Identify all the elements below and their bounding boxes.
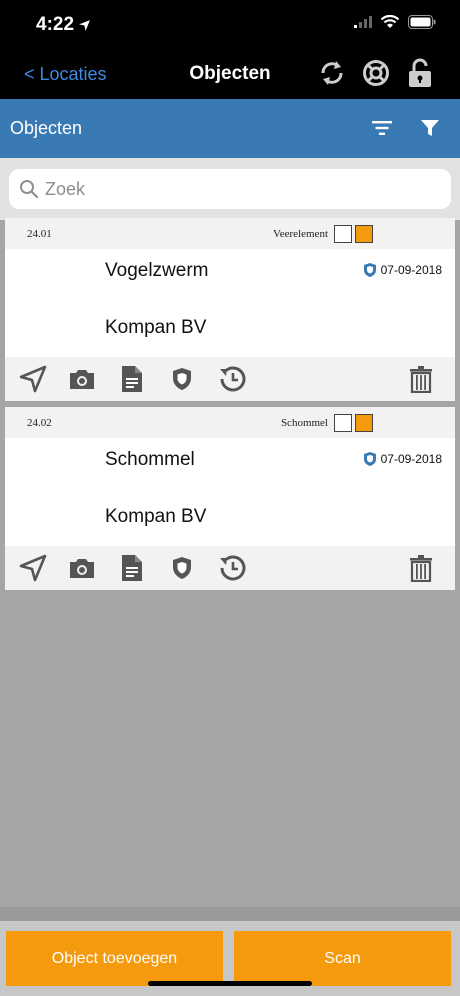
filter-icon[interactable] bbox=[418, 116, 442, 140]
card-header: 24.02 Schommel bbox=[5, 407, 455, 438]
object-type: Schommel bbox=[280, 417, 328, 429]
object-code: 24.02 bbox=[27, 417, 52, 429]
document-icon[interactable] bbox=[117, 553, 147, 583]
history-icon[interactable] bbox=[217, 553, 247, 583]
search-box[interactable] bbox=[9, 169, 451, 209]
navigate-icon[interactable] bbox=[18, 364, 48, 394]
navigation-bar: < Locaties Objecten bbox=[0, 48, 460, 99]
unlock-icon[interactable] bbox=[406, 58, 434, 88]
card-toolbar bbox=[5, 357, 455, 401]
status-checkbox-white bbox=[334, 225, 352, 243]
trash-icon[interactable] bbox=[406, 364, 436, 394]
sort-icon[interactable] bbox=[370, 116, 394, 140]
card-body[interactable]: Vogelzwerm 07-09-2018 Kompan BV bbox=[5, 249, 455, 357]
bottom-divider bbox=[0, 907, 460, 921]
battery-icon bbox=[408, 15, 436, 29]
help-lifebuoy-icon[interactable] bbox=[362, 58, 390, 88]
company-name: Kompan BV bbox=[105, 317, 207, 338]
card-body[interactable]: Schommel 07-09-2018 Kompan BV bbox=[5, 438, 455, 546]
sync-icon[interactable] bbox=[318, 58, 346, 88]
object-type: Veerelement bbox=[273, 228, 328, 240]
search-icon bbox=[20, 180, 39, 199]
navigate-icon[interactable] bbox=[18, 553, 48, 583]
inspection-date: 07-09-2018 bbox=[363, 451, 442, 467]
date-text: 07-09-2018 bbox=[380, 263, 442, 277]
search-input[interactable] bbox=[45, 178, 425, 200]
company-name: Kompan BV bbox=[105, 506, 207, 527]
object-name: Schommel bbox=[105, 449, 195, 470]
object-code: 24.01 bbox=[27, 228, 52, 240]
date-text: 07-09-2018 bbox=[380, 452, 442, 466]
wifi-icon bbox=[380, 15, 400, 28]
location-arrow-icon bbox=[79, 19, 90, 31]
camera-icon[interactable] bbox=[67, 553, 97, 583]
status-bar: 4:22 bbox=[0, 0, 460, 48]
nav-actions bbox=[318, 58, 434, 88]
shield-icon bbox=[363, 263, 376, 277]
status-box-orange bbox=[355, 414, 373, 432]
section-header: Objecten bbox=[0, 99, 460, 158]
status-checkbox-white bbox=[334, 414, 352, 432]
shield-inspection-icon[interactable] bbox=[167, 553, 197, 583]
shield-icon bbox=[363, 452, 376, 466]
object-card[interactable]: 24.01 Veerelement Vogelzwerm 07-09-2018 … bbox=[5, 218, 455, 401]
document-icon[interactable] bbox=[117, 364, 147, 394]
section-title: Objecten bbox=[10, 118, 83, 138]
add-object-button[interactable]: Object toevoegen bbox=[6, 931, 223, 986]
camera-icon[interactable] bbox=[67, 364, 97, 394]
back-button[interactable]: < Locaties bbox=[24, 64, 107, 85]
history-icon[interactable] bbox=[217, 364, 247, 394]
object-name: Vogelzwerm bbox=[105, 260, 209, 281]
signal-icon bbox=[354, 16, 372, 28]
section-actions bbox=[370, 116, 442, 140]
card-header: 24.01 Veerelement bbox=[5, 218, 455, 249]
search-area bbox=[0, 158, 460, 220]
status-box-orange bbox=[355, 225, 373, 243]
shield-inspection-icon[interactable] bbox=[167, 364, 197, 394]
status-icons bbox=[354, 15, 436, 29]
home-indicator bbox=[148, 981, 312, 986]
clock-text: 4:22 bbox=[36, 14, 75, 35]
status-time: 4:22 bbox=[36, 14, 91, 36]
card-toolbar bbox=[5, 546, 455, 590]
object-card[interactable]: 24.02 Schommel Schommel 07-09-2018 Kompa… bbox=[5, 407, 455, 590]
inspection-date: 07-09-2018 bbox=[363, 262, 442, 278]
trash-icon[interactable] bbox=[406, 553, 436, 583]
scan-button[interactable]: Scan bbox=[234, 931, 451, 986]
